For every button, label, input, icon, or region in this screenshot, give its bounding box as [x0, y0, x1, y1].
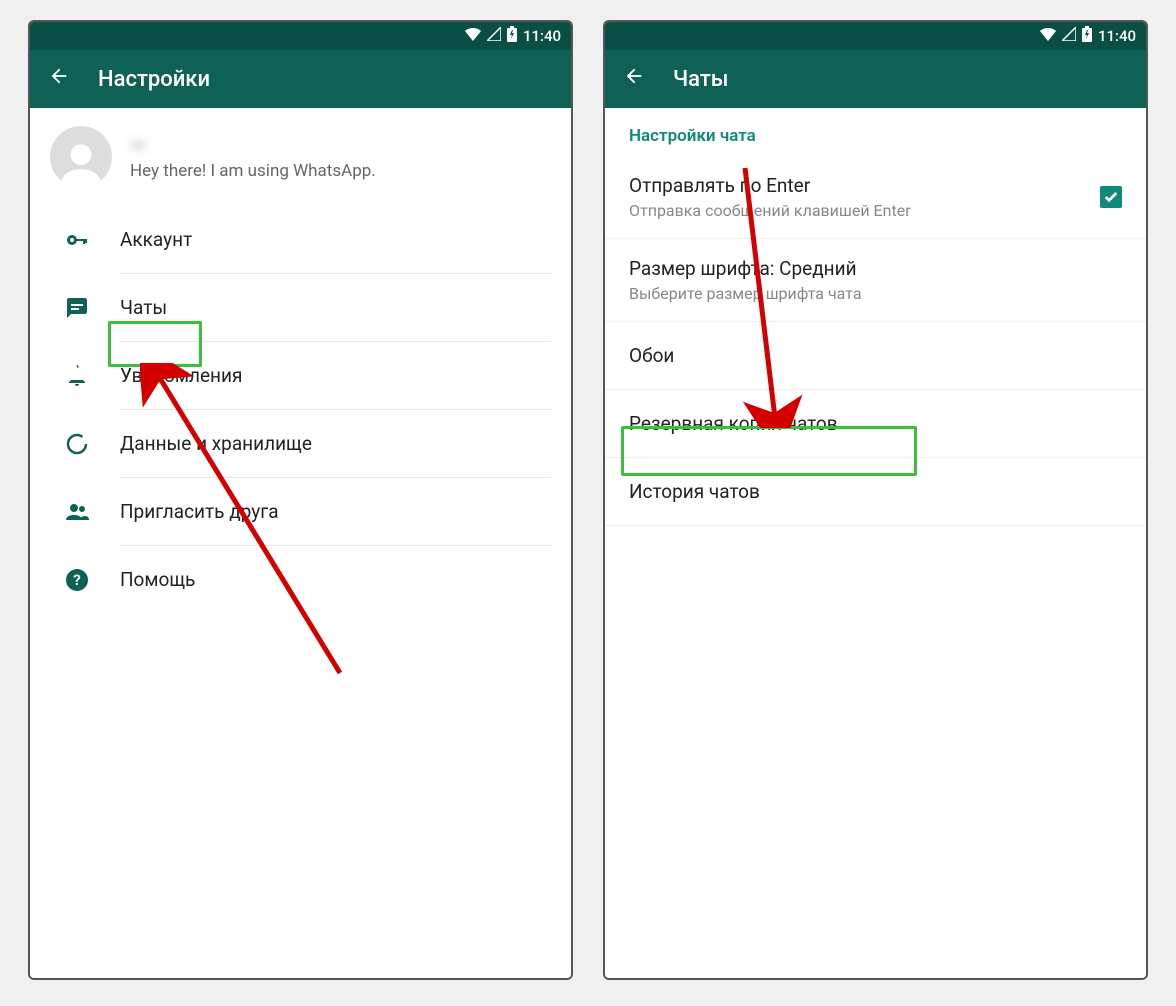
battery-icon	[507, 26, 517, 46]
profile-row[interactable]: — Hey there! I am using WhatsApp.	[30, 108, 571, 206]
data-usage-icon	[64, 431, 90, 457]
menu-item-chats[interactable]: Чаты	[120, 274, 551, 342]
avatar	[50, 126, 112, 188]
setting-font-size[interactable]: Размер шрифта: Средний Выберите размер ш…	[605, 239, 1146, 322]
setting-subtitle: Выберите размер шрифта чата	[629, 284, 1122, 303]
svg-text:?: ?	[73, 571, 80, 589]
menu-item-notifications[interactable]: Уведомления	[120, 342, 551, 410]
checkbox-icon[interactable]	[1100, 186, 1122, 208]
status-time: 11:40	[523, 27, 561, 45]
setting-label: История чатов	[629, 480, 760, 503]
setting-chat-history[interactable]: История чатов	[605, 458, 1146, 526]
page-title: Настройки	[98, 67, 210, 92]
profile-name: —	[130, 133, 551, 157]
menu-label: Пригласить друга	[120, 500, 279, 523]
back-icon[interactable]	[48, 65, 70, 93]
chat-icon	[64, 295, 90, 321]
help-icon: ?	[64, 567, 90, 593]
menu-label: Чаты	[120, 296, 167, 319]
menu-label: Аккаунт	[120, 228, 192, 251]
setting-title: Размер шрифта: Средний	[629, 257, 1122, 280]
chats-settings-content: Настройки чата Отправлять по Enter Отпра…	[605, 108, 1146, 978]
wifi-icon	[1040, 27, 1056, 45]
bell-icon	[64, 363, 90, 389]
setting-subtitle: Отправка сообщений клавишей Enter	[629, 201, 1080, 220]
header: Настройки	[30, 50, 571, 108]
menu-label: Помощь	[120, 568, 195, 591]
menu-label: Данные и хранилище	[120, 432, 312, 455]
setting-enter-send[interactable]: Отправлять по Enter Отправка сообщений к…	[605, 156, 1146, 239]
setting-label: Обои	[629, 344, 674, 367]
phone-settings: 11:40 Настройки — Hey there! I am using …	[28, 20, 573, 980]
profile-text: — Hey there! I am using WhatsApp.	[130, 133, 551, 181]
back-icon[interactable]	[623, 65, 645, 93]
menu-label: Уведомления	[120, 364, 242, 387]
menu-item-account[interactable]: Аккаунт	[120, 206, 551, 274]
menu-item-invite[interactable]: Пригласить друга	[120, 478, 551, 546]
people-icon	[64, 499, 90, 525]
profile-status: Hey there! I am using WhatsApp.	[130, 161, 551, 181]
setting-label: Резервная копия чатов	[629, 412, 838, 435]
signal-icon	[487, 27, 501, 45]
menu-item-help[interactable]: ? Помощь	[120, 546, 551, 613]
battery-icon	[1082, 26, 1092, 46]
setting-wallpaper[interactable]: Обои	[605, 322, 1146, 390]
status-bar: 11:40	[605, 22, 1146, 50]
key-icon	[64, 227, 90, 253]
status-time: 11:40	[1098, 27, 1136, 45]
signal-icon	[1062, 27, 1076, 45]
section-header: Настройки чата	[605, 108, 1146, 156]
setting-title: Отправлять по Enter	[629, 174, 1080, 197]
phone-chats-settings: 11:40 Чаты Настройки чата Отправлять по …	[603, 20, 1148, 980]
status-bar: 11:40	[30, 22, 571, 50]
setting-chat-backup[interactable]: Резервная копия чатов	[605, 390, 1146, 458]
menu-item-data[interactable]: Данные и хранилище	[120, 410, 551, 478]
settings-content: — Hey there! I am using WhatsApp. Аккаун…	[30, 108, 571, 978]
wifi-icon	[465, 27, 481, 45]
header: Чаты	[605, 50, 1146, 108]
page-title: Чаты	[673, 67, 729, 92]
